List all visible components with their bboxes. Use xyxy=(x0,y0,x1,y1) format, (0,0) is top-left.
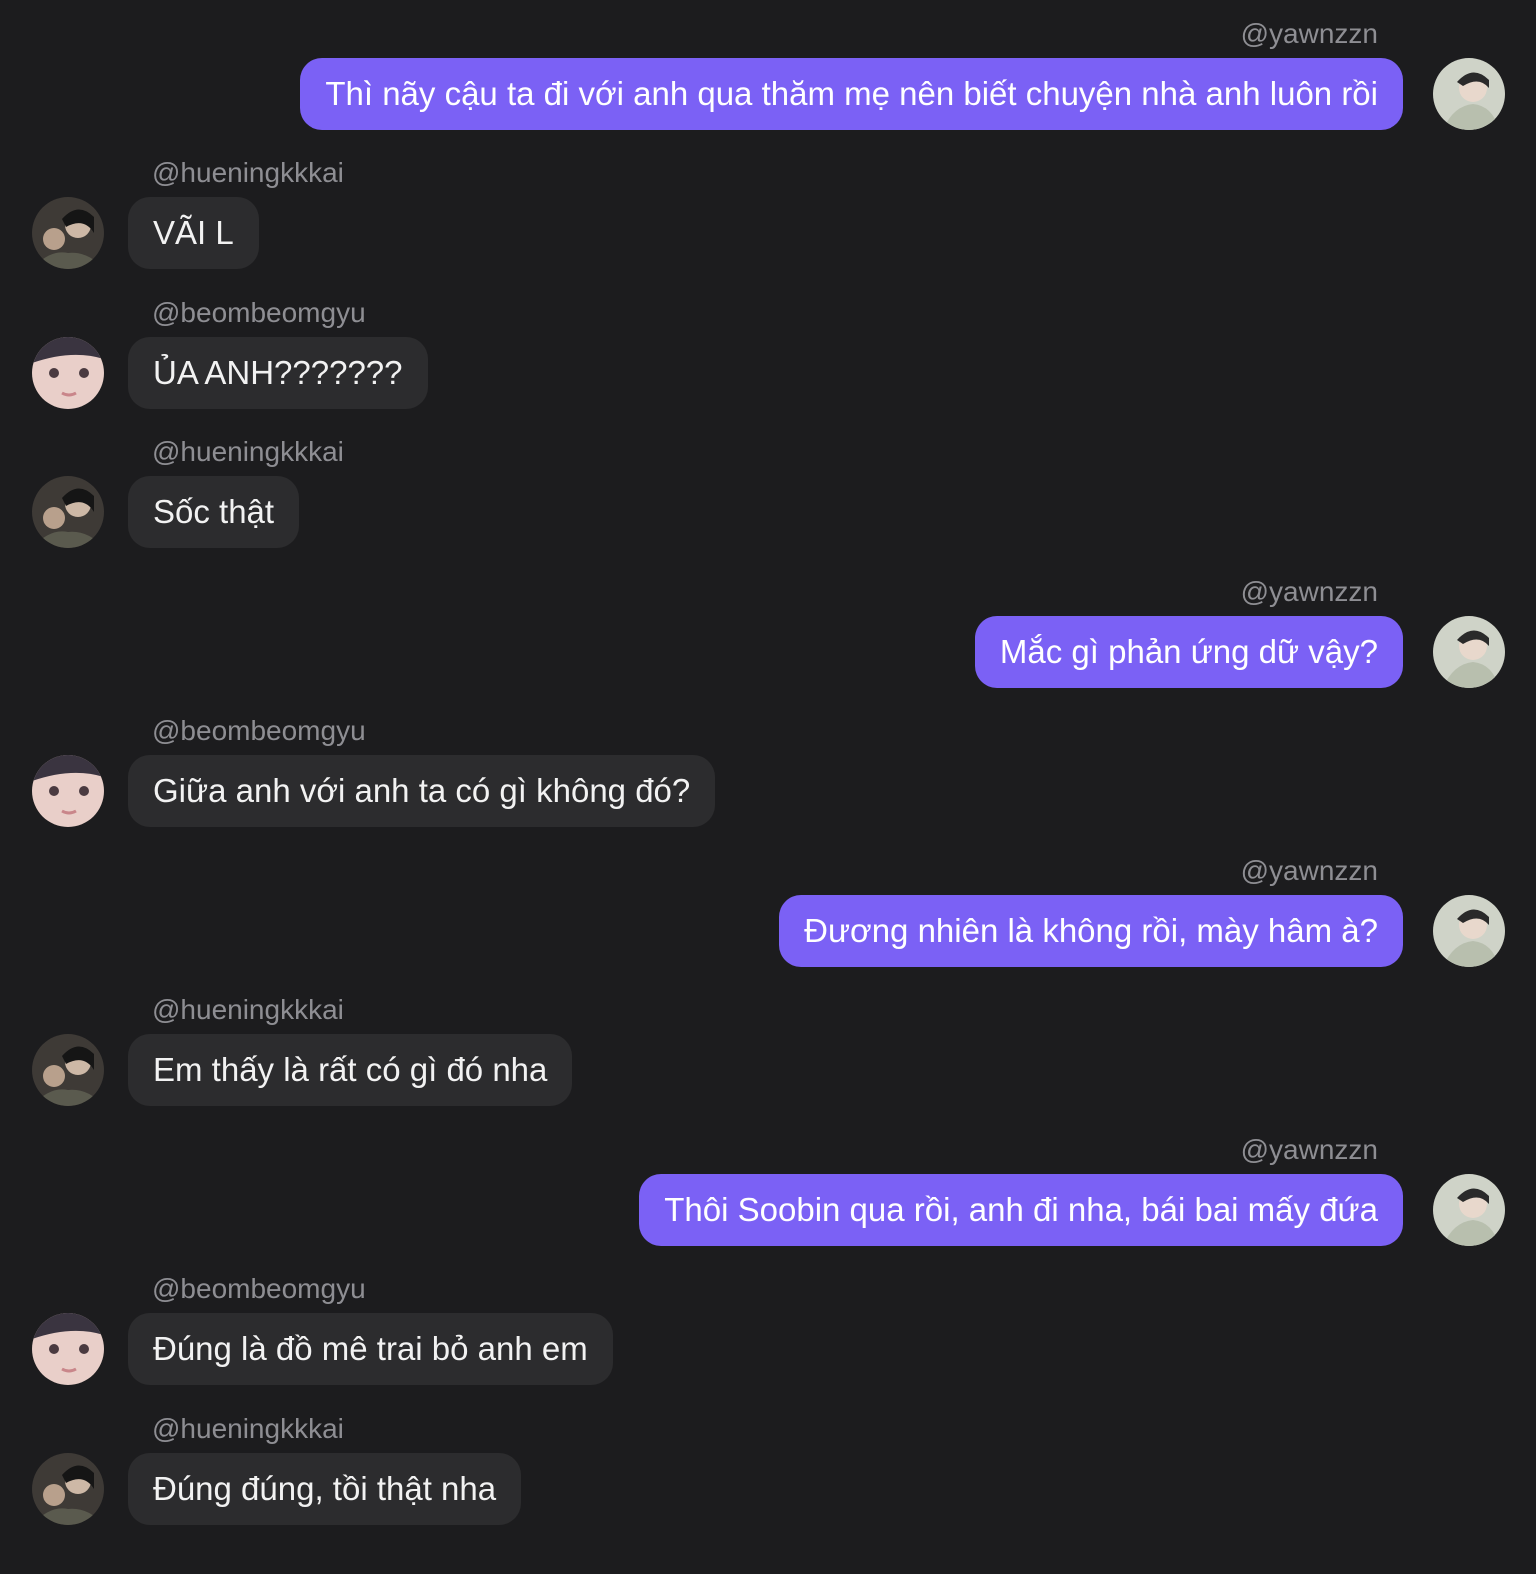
avatar-hueningkkkai[interactable] xyxy=(32,476,104,548)
sender-handle[interactable]: @hueningkkkai xyxy=(152,1413,344,1445)
avatar-hueningkkkai[interactable] xyxy=(32,1453,104,1525)
sender-handle[interactable]: @yawnzzn xyxy=(1241,1134,1378,1166)
sender-handle[interactable]: @hueningkkkai xyxy=(152,436,344,468)
sender-handle[interactable]: @yawnzzn xyxy=(1241,855,1378,887)
message-bubble[interactable]: Sốc thật xyxy=(128,476,300,548)
message-incoming: @hueningkkkai Đúng đúng, tồi thật nha xyxy=(0,1413,1536,1527)
avatar-hueningkkkai[interactable] xyxy=(32,197,104,269)
message-bubble[interactable]: Mắc gì phản ứng dữ vậy? xyxy=(974,616,1403,688)
avatar-yawnzzn[interactable] xyxy=(1433,616,1505,688)
message-bubble[interactable]: Thì nãy cậu ta đi với anh qua thăm mẹ nê… xyxy=(300,58,1403,130)
sender-handle[interactable]: @hueningkkkai xyxy=(152,994,344,1026)
message-bubble[interactable]: Đương nhiên là không rồi, mày hâm à? xyxy=(779,895,1403,967)
message-incoming: @beombeomgyu Giữa anh với anh ta có gì k… xyxy=(0,715,1536,829)
message-incoming: @hueningkkkai Em thấy là rất có gì đó nh… xyxy=(0,994,1536,1108)
sender-handle[interactable]: @beombeomgyu xyxy=(152,1273,366,1305)
sender-handle[interactable]: @yawnzzn xyxy=(1241,18,1378,50)
message-bubble[interactable]: ỦA ANH??????? xyxy=(128,337,428,409)
message-incoming: @hueningkkkai VÃI L xyxy=(0,157,1536,271)
sender-handle[interactable]: @hueningkkkai xyxy=(152,157,344,189)
message-bubble[interactable]: VÃI L xyxy=(128,197,259,269)
sender-handle[interactable]: @beombeomgyu xyxy=(152,715,366,747)
avatar-yawnzzn[interactable] xyxy=(1433,895,1505,967)
message-bubble[interactable]: Thôi Soobin qua rồi, anh đi nha, bái bai… xyxy=(639,1174,1403,1246)
avatar-yawnzzn[interactable] xyxy=(1433,58,1505,130)
message-bubble[interactable]: Em thấy là rất có gì đó nha xyxy=(128,1034,573,1106)
avatar-beombeomgyu[interactable] xyxy=(32,337,104,409)
chat-thread[interactable]: @yawnzzn Thì nãy cậu ta đi với anh qua t… xyxy=(0,0,1536,1574)
message-outgoing: @yawnzzn Thì nãy cậu ta đi với anh qua t… xyxy=(0,18,1536,132)
message-outgoing: @yawnzzn Mắc gì phản ứng dữ vậy? xyxy=(0,576,1536,690)
message-incoming: @hueningkkkai Sốc thật xyxy=(0,436,1536,550)
message-outgoing: @yawnzzn Thôi Soobin qua rồi, anh đi nha… xyxy=(0,1134,1536,1248)
sender-handle[interactable]: @beombeomgyu xyxy=(152,297,366,329)
avatar-beombeomgyu[interactable] xyxy=(32,1313,104,1385)
avatar-hueningkkkai[interactable] xyxy=(32,1034,104,1106)
message-bubble[interactable]: Đúng là đồ mê trai bỏ anh em xyxy=(128,1313,613,1385)
message-incoming: @beombeomgyu ỦA ANH??????? xyxy=(0,297,1536,411)
sender-handle[interactable]: @yawnzzn xyxy=(1241,576,1378,608)
message-incoming: @beombeomgyu Đúng là đồ mê trai bỏ anh e… xyxy=(0,1273,1536,1387)
message-outgoing: @yawnzzn Đương nhiên là không rồi, mày h… xyxy=(0,855,1536,969)
avatar-beombeomgyu[interactable] xyxy=(32,755,104,827)
message-bubble[interactable]: Giữa anh với anh ta có gì không đó? xyxy=(128,755,716,827)
avatar-yawnzzn[interactable] xyxy=(1433,1174,1505,1246)
message-bubble[interactable]: Đúng đúng, tồi thật nha xyxy=(128,1453,522,1525)
